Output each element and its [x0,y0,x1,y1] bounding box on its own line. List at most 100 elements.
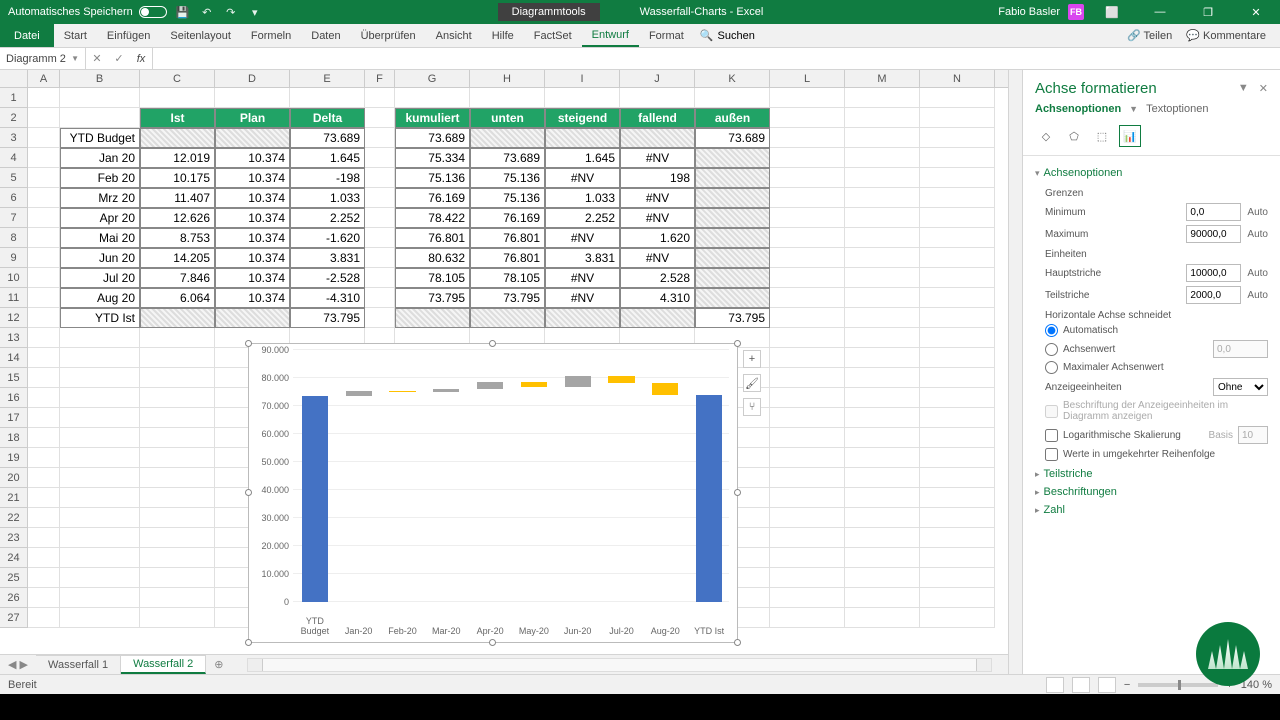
zoom-slider[interactable] [1138,683,1218,687]
cell[interactable] [695,228,770,248]
row-header[interactable]: 21 [0,488,27,508]
cell[interactable] [28,448,60,468]
fill-line-icon[interactable]: ◇ [1035,125,1057,147]
cell[interactable] [28,288,60,308]
cell[interactable] [28,608,60,628]
row-header[interactable]: 2 [0,108,27,128]
radio-auto[interactable]: Automatisch [1045,324,1268,337]
cell[interactable] [845,548,920,568]
section-zahl[interactable]: Zahl [1035,501,1268,519]
cell[interactable] [140,508,215,528]
cell[interactable] [395,88,470,108]
cell[interactable] [695,168,770,188]
cell[interactable] [845,608,920,628]
cell[interactable]: 10.374 [215,168,290,188]
tab-überprüfen[interactable]: Überprüfen [351,24,426,47]
cell[interactable] [845,268,920,288]
cell[interactable] [770,148,845,168]
cell[interactable] [920,228,995,248]
row-header[interactable]: 4 [0,148,27,168]
tab-einfügen[interactable]: Einfügen [97,24,160,47]
cell[interactable] [60,488,140,508]
cell[interactable]: YTD Budget [60,128,140,148]
cell[interactable]: 76.801 [395,228,470,248]
cell[interactable] [920,208,995,228]
cell[interactable]: #NV [545,168,620,188]
cell[interactable]: Jun 20 [60,248,140,268]
cell[interactable] [770,168,845,188]
chart-plot-area[interactable]: 010.00020.00030.00040.00050.00060.00070.… [293,352,729,602]
cell[interactable] [770,588,845,608]
cell[interactable] [60,428,140,448]
cell[interactable] [845,368,920,388]
cell[interactable] [845,228,920,248]
tab-factset[interactable]: FactSet [524,24,582,47]
row-header[interactable]: 13 [0,328,27,348]
effects-icon[interactable]: ⬠ [1063,125,1085,147]
cell[interactable] [845,588,920,608]
chart-styles-button[interactable]: 🖌 [743,374,761,392]
cell[interactable]: 73.689 [290,128,365,148]
cell[interactable]: 10.374 [215,188,290,208]
maximize-icon[interactable]: ❐ [1188,0,1228,24]
close-icon[interactable]: ✕ [1236,0,1276,24]
tab-hilfe[interactable]: Hilfe [482,24,524,47]
row-header[interactable]: 18 [0,428,27,448]
cell[interactable] [470,128,545,148]
cell[interactable] [845,168,920,188]
cell[interactable] [28,88,60,108]
cell[interactable]: -4.310 [290,288,365,308]
cell[interactable] [920,348,995,368]
cell[interactable] [365,88,395,108]
cell[interactable] [28,568,60,588]
cell[interactable]: 73.689 [695,128,770,148]
row-header[interactable]: 20 [0,468,27,488]
cell[interactable] [28,308,60,328]
context-tab[interactable]: Diagrammtools [498,3,600,21]
section-teilstriche[interactable]: Teilstriche [1035,465,1268,483]
cell[interactable] [215,308,290,328]
cell[interactable] [845,568,920,588]
cell[interactable]: 2.528 [620,268,695,288]
tab-seitenlayout[interactable]: Seitenlayout [160,24,241,47]
cell[interactable] [28,548,60,568]
cell[interactable] [845,208,920,228]
cell[interactable] [140,568,215,588]
cell[interactable] [770,208,845,228]
cell[interactable] [60,368,140,388]
cell[interactable] [770,388,845,408]
cell[interactable] [28,248,60,268]
cell[interactable]: 2.252 [290,208,365,228]
cell[interactable] [920,248,995,268]
add-sheet-button[interactable]: ⊕ [206,655,231,674]
cell[interactable] [28,508,60,528]
sheet-tab[interactable]: Wasserfall 1 [36,655,121,674]
cell[interactable] [770,308,845,328]
cell[interactable] [60,548,140,568]
cell[interactable] [545,308,620,328]
cell[interactable] [695,188,770,208]
cell[interactable] [140,428,215,448]
cell[interactable] [770,508,845,528]
cell[interactable]: 78.105 [470,268,545,288]
tab-format[interactable]: Format [639,24,694,47]
cell[interactable]: #NV [545,268,620,288]
normal-view-button[interactable] [1046,677,1064,693]
cell[interactable] [920,488,995,508]
cell[interactable] [770,328,845,348]
col-header[interactable]: F [365,70,395,87]
cell[interactable] [695,288,770,308]
select-all-corner[interactable] [0,70,28,87]
cell[interactable] [695,248,770,268]
radio-axis-value[interactable]: Achsenwert [1045,340,1268,358]
cell[interactable] [920,448,995,468]
cell[interactable] [620,128,695,148]
cell[interactable] [365,188,395,208]
cell[interactable] [140,528,215,548]
cell[interactable]: fallend [620,108,695,128]
row-header[interactable]: 16 [0,388,27,408]
cell[interactable] [28,348,60,368]
cell[interactable] [845,508,920,528]
tab-start[interactable]: Start [54,24,97,47]
cell[interactable]: 12.019 [140,148,215,168]
